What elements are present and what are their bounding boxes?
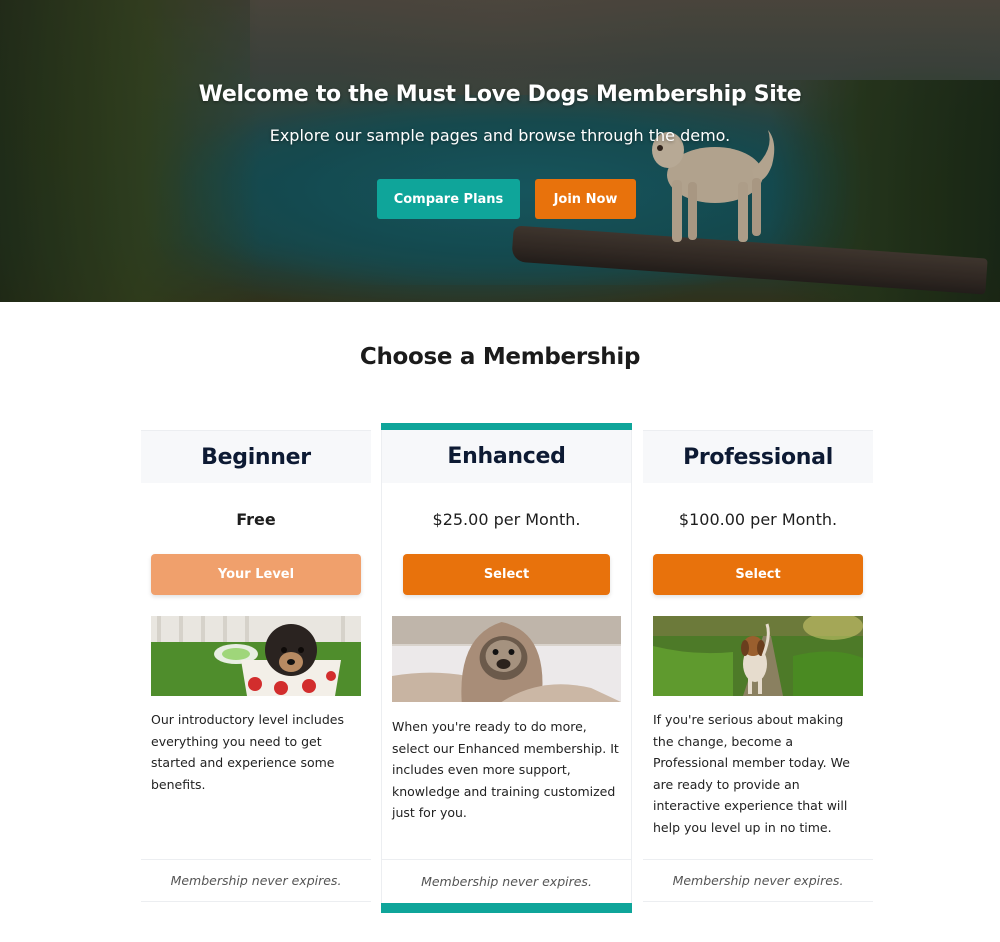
plan-name: Enhanced <box>382 430 631 483</box>
plan-image-puppy-in-cup <box>151 616 361 696</box>
plan-price: $100.00 per Month. <box>678 510 838 529</box>
section-title: Choose a Membership <box>359 344 641 370</box>
plan-footer-note: Membership never expires. <box>643 859 873 902</box>
join-now-button[interactable]: Join Now <box>535 179 636 219</box>
select-professional-button[interactable]: Select <box>653 554 863 595</box>
hero-content: Welcome to the Must Love Dogs Membership… <box>0 0 1000 302</box>
plan-description: When you're ready to do more, select our… <box>392 719 619 821</box>
plan-name: Beginner <box>141 430 371 483</box>
plan-footer-note: Membership never expires. <box>382 859 631 902</box>
plan-image-beagle-on-grass <box>653 616 863 696</box>
hero-banner: Welcome to the Must Love Dogs Membership… <box>0 0 1000 302</box>
plan-name: Professional <box>643 430 873 483</box>
plan-description: Our introductory level includes everythi… <box>151 712 344 792</box>
plan-footer-note: Membership never expires. <box>141 859 371 902</box>
select-enhanced-button[interactable]: Select <box>403 554 610 595</box>
compare-plans-button[interactable]: Compare Plans <box>377 179 520 219</box>
plan-price: Free <box>236 510 276 529</box>
featured-accent-bottom <box>381 903 632 913</box>
plan-card-beginner: Beginner Free Your Level Our introductor… <box>141 430 371 903</box>
plan-price: $25.00 per Month. <box>432 510 581 529</box>
hero-subtitle: Explore our sample pages and browse thro… <box>269 126 731 145</box>
plan-card-enhanced: Enhanced $25.00 per Month. Select When y… <box>381 423 632 913</box>
your-level-button[interactable]: Your Level <box>151 554 361 595</box>
plan-description: If you're serious about making the chang… <box>653 712 850 835</box>
plan-card-professional: Professional $100.00 per Month. Select I… <box>643 430 873 903</box>
hero-title: Welcome to the Must Love Dogs Membership… <box>198 82 802 107</box>
plan-image-pug-in-blanket <box>392 616 621 702</box>
featured-accent-top <box>381 423 632 430</box>
